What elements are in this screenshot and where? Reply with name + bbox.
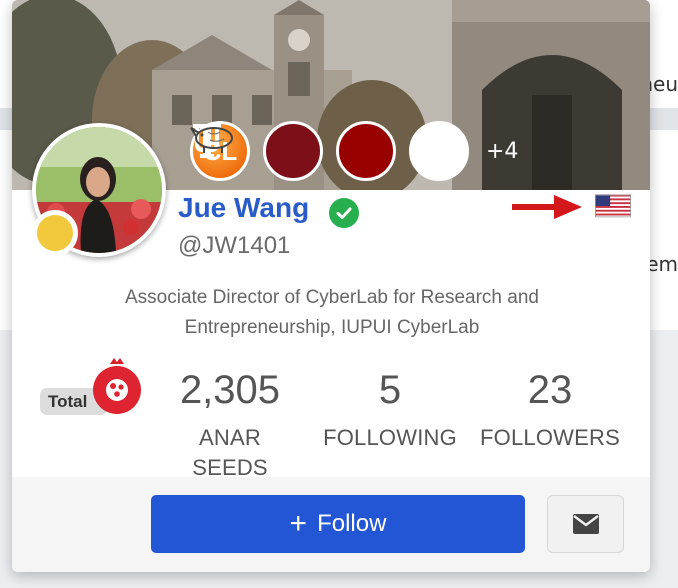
plus-icon: + [289, 507, 308, 540]
pomegranate-icon [93, 358, 141, 414]
more-badges-link[interactable]: +4 [486, 139, 518, 164]
profile-card: CL +4 Jue Wang @JW1401 Associate Directo… [12, 0, 650, 572]
verified-check-icon [329, 198, 359, 228]
stat-value: 2,305 [179, 368, 281, 412]
iu-trident-badge[interactable] [193, 121, 323, 181]
stat-following[interactable]: 5 FOLLOWING [316, 365, 464, 453]
follow-button-label: Follow [317, 510, 387, 537]
achievement-badges: CL +4 [190, 120, 518, 182]
message-button[interactable] [547, 495, 624, 553]
follow-button[interactable]: + Follow [151, 495, 525, 553]
stat-anar-seeds: 2,305 ANAR SEEDS [160, 365, 300, 483]
profile-handle: @JW1401 [178, 232, 291, 259]
profile-name[interactable]: Jue Wang [178, 192, 309, 224]
envelope-icon [572, 514, 599, 534]
background-text-mid: em [646, 252, 678, 276]
stat-followers[interactable]: 23 FOLLOWERS [476, 365, 624, 453]
online-status-indicator [32, 210, 78, 256]
rhino-badge[interactable] [190, 121, 469, 181]
bio-line-1: Associate Director of CyberLab for Resea… [125, 287, 539, 308]
stat-label: ANAR SEEDS [192, 425, 268, 480]
stat-value: 5 [378, 368, 402, 412]
us-flag-icon [595, 194, 631, 218]
stat-label: FOLLOWERS [480, 425, 620, 450]
stat-label: FOLLOWING [323, 425, 457, 450]
stat-value: 23 [527, 368, 573, 412]
iu-trident-badge-alt[interactable] [193, 121, 396, 181]
profile-bio: Associate Director of CyberLab for Resea… [52, 283, 612, 343]
card-footer: + Follow [12, 477, 650, 572]
red-arrow-annotation-icon [512, 195, 582, 219]
bio-line-2: Entrepreneurship, IUPUI CyberLab [184, 317, 480, 338]
